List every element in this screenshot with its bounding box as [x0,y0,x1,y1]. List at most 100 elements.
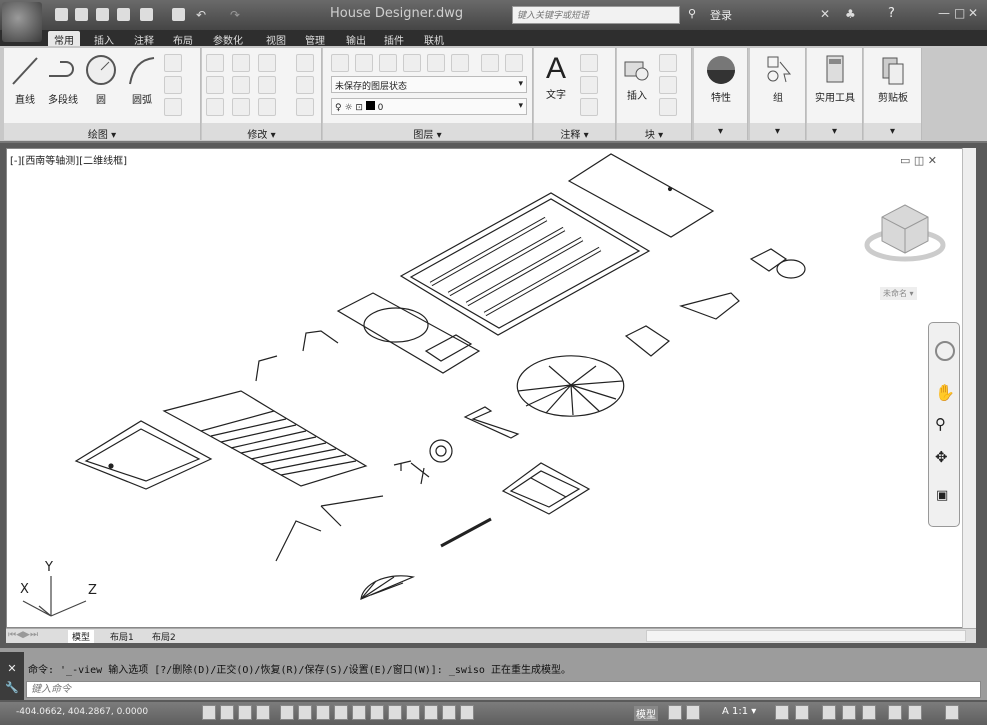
tab-insert[interactable]: 插入 [88,31,120,47]
hardware-acceleration-button[interactable] [862,705,876,720]
dimension-icon[interactable] [580,54,598,72]
array-icon[interactable] [258,98,276,116]
restore-button[interactable]: □ [954,6,965,20]
model-space-button[interactable]: 模型 [634,706,658,721]
network-icon[interactable]: ♣ [845,7,856,21]
mirror-icon[interactable] [232,76,250,94]
drawing-canvas[interactable] [6,148,974,628]
scale-icon[interactable] [232,98,250,116]
tab-layout[interactable]: 布局 [167,31,199,47]
edit-block-icon[interactable] [659,76,677,94]
ortho-toggle[interactable] [256,705,270,720]
viewcube[interactable] [862,195,948,275]
exchange-icon[interactable]: ✕ [820,7,830,21]
steering-wheel-icon[interactable] [935,341,955,361]
search-input[interactable] [512,6,680,24]
pan-icon[interactable]: ✋ [935,383,955,402]
layer-freeze-icon[interactable] [427,54,445,72]
quick-properties-toggle[interactable] [424,705,438,720]
ucs-menu[interactable]: 未命名 ▾ [880,287,917,300]
layer-previous-icon[interactable] [505,54,523,72]
selection-cycling-toggle[interactable] [442,705,456,720]
orbit-icon[interactable]: ✥ [935,448,948,466]
help-icon[interactable]: ? [888,6,895,21]
tab-online[interactable]: 联机 [418,31,450,47]
explode-icon[interactable] [296,76,314,94]
isolate-objects-button[interactable] [888,705,902,720]
circle-button[interactable]: 圆 [84,52,118,106]
annotation-panel-label[interactable]: 注释 ▾ [534,123,615,141]
line-button[interactable]: 直线 [8,54,42,106]
create-block-icon[interactable] [659,54,677,72]
login-button[interactable]: 登录 [710,7,732,23]
redo-icon[interactable]: ↷ [230,8,243,22]
annotation-visibility-button[interactable] [775,705,789,720]
utilities-expand[interactable]: ▾ [807,123,862,140]
polyline-button[interactable]: 多段线 [44,54,82,106]
tab-annotate[interactable]: 注释 [128,31,160,47]
erase-icon[interactable] [296,54,314,72]
clean-screen-button[interactable] [908,705,922,720]
status-menu-button[interactable] [945,705,959,720]
utilities-panel[interactable]: 实用工具 ▾ [807,48,863,140]
annotation-monitor-toggle[interactable] [460,705,474,720]
binoculars-icon[interactable]: ⚲ [688,7,696,20]
otrack-toggle[interactable] [334,705,348,720]
layer-state-icon[interactable] [355,54,373,72]
vertical-scrollbar[interactable] [962,148,976,628]
polar-toggle[interactable] [280,705,294,720]
showmotion-icon[interactable]: ▣ [936,488,948,503]
infer-constraints-toggle[interactable] [202,705,216,720]
block-panel-label[interactable]: 块 ▾ [617,123,691,141]
osnap-toggle[interactable] [298,705,312,720]
save-icon[interactable] [96,8,109,21]
dyn-toggle[interactable] [370,705,384,720]
properties-expand[interactable]: ▾ [694,123,747,140]
properties-panel[interactable]: 特性 ▾ [694,48,748,140]
zoom-icon[interactable]: ⚲ [935,415,946,433]
trim-icon[interactable] [258,54,276,72]
fillet-icon[interactable] [258,76,276,94]
layer-off-icon[interactable] [451,54,469,72]
groups-expand[interactable]: ▾ [750,123,805,140]
layer-dropdown[interactable]: ♀ ☼ ⊡ 0 ▾ [331,98,527,115]
insert-block-button[interactable]: 插入 [619,54,655,102]
workspace-switch-button[interactable] [822,705,836,720]
layer-properties-icon[interactable] [331,54,349,72]
layers-panel-label[interactable]: 图层 ▾ [323,123,532,141]
transparency-toggle[interactable] [406,705,420,720]
undo-icon[interactable]: ↶ [196,8,209,22]
draw-panel-label[interactable]: 绘图 ▾ [4,123,200,141]
quick-view-drawings-button[interactable] [686,705,700,720]
tab-output[interactable]: 输出 [340,31,372,47]
minimize-button[interactable]: — [938,6,950,20]
rotate-icon[interactable] [232,54,250,72]
tab-home[interactable]: 常用 [48,31,80,47]
stretch-icon[interactable] [206,98,224,116]
quick-view-layouts-button[interactable] [668,705,682,720]
layer-isolate-icon[interactable] [379,54,397,72]
arc-button[interactable]: 圆弧 [124,54,160,106]
tab-plugins[interactable]: 插件 [378,31,410,47]
plot-preview-icon[interactable] [140,8,153,21]
hatch-icon[interactable] [164,76,182,94]
horizontal-scrollbar[interactable] [646,630,966,642]
rectangle-icon[interactable] [164,54,182,72]
3d-osnap-toggle[interactable] [316,705,330,720]
leader-icon[interactable] [580,76,598,94]
auto-scale-button[interactable] [795,705,809,720]
open-icon[interactable] [75,8,88,21]
tab-layout1[interactable]: 布局1 [106,630,138,643]
tab-parametric[interactable]: 参数化 [207,31,249,47]
layer-match-icon[interactable] [481,54,499,72]
modify-panel-label[interactable]: 修改 ▾ [202,123,321,141]
save-as-icon[interactable] [117,8,130,21]
viewport-label[interactable]: [-][西南等轴测][二维线框] [10,152,127,167]
close-command-icon[interactable]: ✕ [0,662,24,675]
application-menu-button[interactable] [2,2,42,42]
clipboard-panel[interactable]: 剪贴板 ▾ [864,48,922,140]
tab-layout2[interactable]: 布局2 [148,630,180,643]
tab-view[interactable]: 视图 [260,31,292,47]
viewport-window-controls[interactable]: ▭ ◫ ✕ [900,154,937,167]
attribute-icon[interactable] [659,98,677,116]
